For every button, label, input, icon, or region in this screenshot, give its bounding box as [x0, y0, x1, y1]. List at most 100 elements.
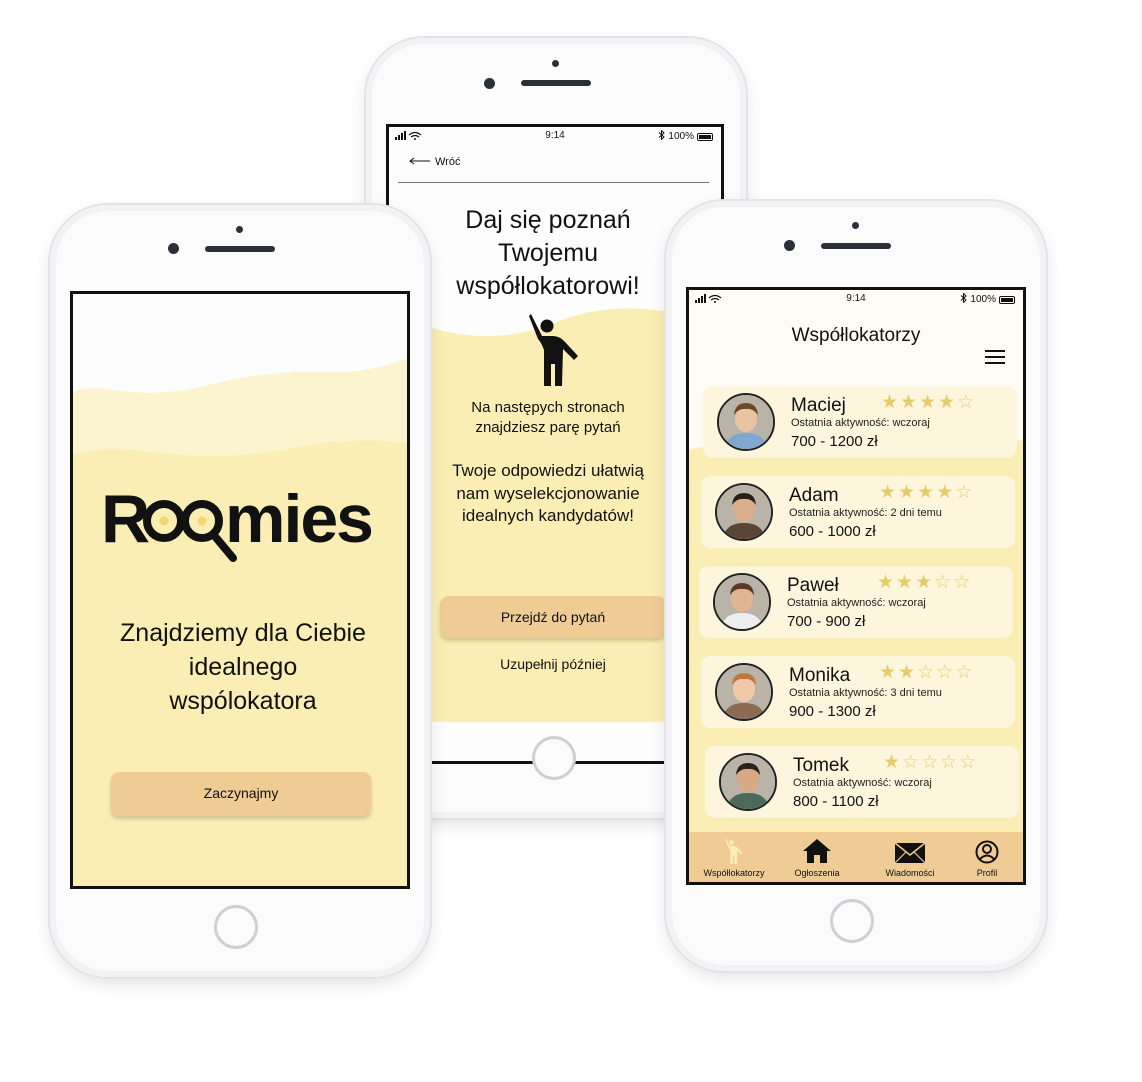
rating-stars: ★★☆☆☆ — [879, 661, 974, 684]
front-camera — [484, 78, 495, 89]
star-filled-icon: ★ — [900, 392, 920, 413]
start-button[interactable]: Zaczynajmy — [111, 772, 371, 816]
last-activity: Ostatnia aktywność: wczoraj — [791, 417, 930, 429]
bottom-tab-bar: Współlokatorzy Ogłoszenia Wiadomości Pro… — [689, 832, 1023, 882]
tab-profile[interactable]: Profil — [965, 840, 1009, 878]
welcome-screen: R mies Znajdziemy dla Ciebie idealnego w… — [70, 291, 410, 889]
earpiece-speaker — [205, 246, 275, 252]
last-activity: Ostatnia aktywność: wczoraj — [787, 597, 926, 609]
tab-label: Współlokatorzy — [703, 868, 765, 878]
star-filled-icon: ★ — [915, 572, 935, 593]
avatar — [719, 753, 777, 811]
roommate-card[interactable]: Maciej ★★★★☆ Ostatnia aktywność: wczoraj 70… — [703, 386, 1017, 458]
header-divider — [398, 182, 709, 183]
phone-roommates: 9:14 100% Współlokatorzy Maciej ★★★★☆ Osta… — [666, 201, 1046, 971]
star-filled-icon: ★ — [879, 482, 899, 503]
roommate-card[interactable]: Tomek ★☆☆☆☆ Ostatnia aktywność: wczoraj 800… — [705, 746, 1019, 818]
tab-label: Wiadomości — [885, 868, 935, 878]
tab-announcements[interactable]: Ogłoszenia — [787, 838, 847, 878]
envelope-icon — [875, 842, 945, 866]
info-text-2: Twoje odpowiedzi ułatwią nam wyselekcjon… — [452, 461, 644, 525]
roommate-card[interactable]: Monika ★★☆☆☆ Ostatnia aktywność: 3 dni tem… — [701, 656, 1015, 728]
star-empty-icon: ☆ — [917, 662, 937, 683]
svg-text:R: R — [101, 484, 149, 557]
home-button[interactable] — [830, 899, 874, 943]
arrow-left-icon — [409, 156, 431, 168]
roommate-name: Maciej — [791, 395, 846, 416]
roommate-name: Paweł — [787, 575, 839, 596]
roommate-name: Adam — [789, 485, 839, 506]
price-range: 800 - 1100 zł — [793, 793, 879, 810]
star-empty-icon: ☆ — [902, 752, 922, 773]
back-link[interactable]: Wróć — [409, 156, 460, 168]
rating-stars: ★☆☆☆☆ — [883, 751, 978, 774]
status-bar: 9:14 100% — [689, 290, 1023, 308]
star-filled-icon: ★ — [936, 482, 956, 503]
price-range: 600 - 1000 zł — [789, 523, 876, 540]
roommates-screen: 9:14 100% Współlokatorzy Maciej ★★★★☆ Osta… — [686, 287, 1026, 885]
star-empty-icon: ☆ — [959, 752, 979, 773]
profile-icon — [965, 840, 1009, 866]
home-button[interactable] — [214, 905, 258, 949]
star-filled-icon: ★ — [881, 392, 901, 413]
star-empty-icon: ☆ — [955, 662, 975, 683]
price-range: 700 - 900 zł — [787, 613, 866, 630]
star-empty-icon: ☆ — [957, 392, 977, 413]
avatar — [715, 663, 773, 721]
go-to-questions-button[interactable]: Przejdź do pytań — [440, 596, 666, 638]
roommate-name: Tomek — [793, 755, 849, 776]
star-empty-icon: ☆ — [955, 482, 975, 503]
star-filled-icon: ★ — [879, 662, 899, 683]
star-empty-icon: ☆ — [940, 752, 960, 773]
sensor-dot — [852, 222, 859, 229]
star-empty-icon: ☆ — [953, 572, 973, 593]
last-activity: Ostatnia aktywność: 3 dni temu — [789, 687, 942, 699]
sensor-dot — [236, 226, 243, 233]
info-text-1: Na następych stronach znajdziesz parę py… — [471, 399, 625, 436]
star-filled-icon: ★ — [877, 572, 897, 593]
star-filled-icon: ★ — [896, 572, 916, 593]
earpiece-speaker — [821, 243, 891, 249]
screen-top-bg — [73, 294, 407, 456]
back-label: Wróć — [435, 156, 461, 168]
star-filled-icon: ★ — [883, 752, 903, 773]
last-activity: Ostatnia aktywność: wczoraj — [793, 777, 932, 789]
last-activity: Ostatnia aktywność: 2 dni temu — [789, 507, 942, 519]
home-button[interactable] — [532, 736, 576, 780]
tagline: Znajdziemy dla Ciebie idealnego wspóloka… — [120, 619, 366, 715]
price-range: 900 - 1300 zł — [789, 703, 876, 720]
sensor-dot — [552, 60, 559, 67]
tab-roommates[interactable]: Współlokatorzy — [699, 838, 769, 878]
house-icon — [787, 838, 847, 866]
star-filled-icon: ★ — [917, 482, 937, 503]
questions-content: Daj się poznań Twojemu współlokatorowi! … — [432, 206, 666, 722]
battery-icon — [697, 132, 713, 141]
star-empty-icon: ☆ — [934, 572, 954, 593]
battery-percent: 100% — [668, 131, 694, 142]
star-empty-icon: ☆ — [936, 662, 956, 683]
earpiece-speaker — [521, 80, 591, 86]
bluetooth-icon — [960, 292, 968, 306]
person-waving-icon — [699, 838, 769, 866]
fill-later-link[interactable]: Uzupełnij później — [440, 656, 666, 672]
menu-icon[interactable] — [985, 350, 1005, 369]
price-range: 700 - 1200 zł — [791, 433, 878, 450]
svg-text:mies: mies — [225, 484, 372, 557]
roommate-name: Monika — [789, 665, 851, 686]
page-title: Daj się poznań Twojemu współlokatorowi! — [456, 206, 640, 300]
tab-label: Ogłoszenia — [794, 868, 840, 878]
rating-stars: ★★★★☆ — [879, 481, 974, 504]
roomies-logo: R mies — [101, 481, 387, 579]
tab-messages[interactable]: Wiadomości — [875, 842, 945, 878]
person-waving-icon — [526, 314, 582, 391]
rating-stars: ★★★☆☆ — [877, 571, 972, 594]
star-filled-icon: ★ — [898, 482, 918, 503]
roommate-card[interactable]: Paweł ★★★☆☆ Ostatnia aktywność: wczoraj 700… — [699, 566, 1013, 638]
battery-icon — [999, 295, 1015, 304]
star-filled-icon: ★ — [938, 392, 958, 413]
star-empty-icon: ☆ — [921, 752, 941, 773]
battery-percent: 100% — [970, 294, 996, 305]
status-bar: 9:14 100% — [389, 127, 721, 145]
roommate-card[interactable]: Adam ★★★★☆ Ostatnia aktywność: 2 dni temu 6… — [701, 476, 1015, 548]
rating-stars: ★★★★☆ — [881, 391, 976, 414]
